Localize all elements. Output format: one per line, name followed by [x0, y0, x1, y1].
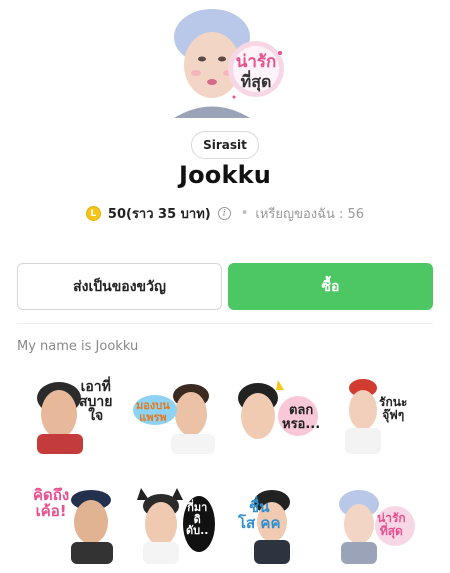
sticker-item[interactable]: มองบน แพรพ [133, 374, 219, 454]
sticker-item[interactable]: เอาที่ สบาย ใจ [31, 374, 117, 454]
sticker-caption-text: รักนะ จุ๊ฟๆ [379, 395, 408, 422]
sticker-item[interactable]: ตลก หรอ... [232, 374, 320, 454]
sticker-caption-text: คิดถึง เค้อ! [33, 486, 70, 520]
hero-caption-line1: น่ารัก [236, 52, 277, 72]
info-icon[interactable]: i [217, 207, 231, 220]
sticker-caption: ชื่น โส คค [238, 498, 281, 532]
hero-sticker-image: น่ารัก ที่สุด [164, 7, 285, 118]
sticker-caption-text: มองบน แพรพ [136, 399, 170, 424]
hero-caption-line2: ที่สุด [241, 70, 272, 92]
sticker-description: My name is Jookku [17, 339, 139, 354]
send-gift-button[interactable]: ส่งเป็นของขวัญ [17, 263, 222, 310]
sticker-caption-text: ชื่น โส คค [238, 498, 281, 532]
sticker-caption: รักนะ จุ๊ฟๆ [379, 396, 407, 421]
coin-balance: เหรียญของฉัน : 56 [255, 207, 365, 222]
author-badge[interactable]: Sirasit [191, 131, 259, 159]
sticker-caption-text: เอาที่ สบาย ใจ [79, 379, 113, 425]
sticker-art [339, 490, 415, 564]
sticker-item[interactable]: คิดถึง เค้อ! [31, 484, 117, 564]
price-amount: 50(ราว 35 บาท) [107, 207, 211, 222]
divider [17, 323, 433, 324]
sticker-item[interactable]: รักนะ จุ๊ฟๆ [333, 374, 419, 454]
sticker-caption: ตลก หรอ... [282, 404, 320, 431]
hero-sticker-art: น่ารัก ที่สุด [164, 7, 285, 118]
sticker-caption: น่ารัก ที่สุด [377, 512, 406, 537]
line-coin-icon: L [85, 206, 101, 221]
sticker-caption: มองบน แพรพ [136, 400, 170, 423]
sticker-caption: เอาที่ สบาย ใจ [79, 380, 113, 424]
buy-button[interactable]: ซื้อ [228, 263, 433, 310]
sticker-item[interactable]: น่ารัก ที่สุด [333, 484, 419, 564]
sticker-item[interactable]: กี่มา ดิ ดับ.. [133, 484, 219, 564]
sticker-caption: คิดถึง เค้อ! [33, 486, 70, 520]
sticker-caption-text: ตลก หรอ... [282, 403, 321, 432]
sticker-caption-text: กี่มา ดิ ดับ.. [186, 501, 209, 538]
price-row: L 50(ราว 35 บาท) i • เหรียญของฉัน : 56 [0, 203, 450, 224]
sticker-caption: กี่มา ดิ ดับ.. [186, 502, 208, 537]
sticker-set-title: Jookku [178, 161, 272, 189]
sticker-caption-text: น่ารัก ที่สุด [377, 511, 406, 538]
sticker-item[interactable]: ชื่น โส คค [232, 484, 318, 564]
separator-dot: • [240, 206, 249, 221]
